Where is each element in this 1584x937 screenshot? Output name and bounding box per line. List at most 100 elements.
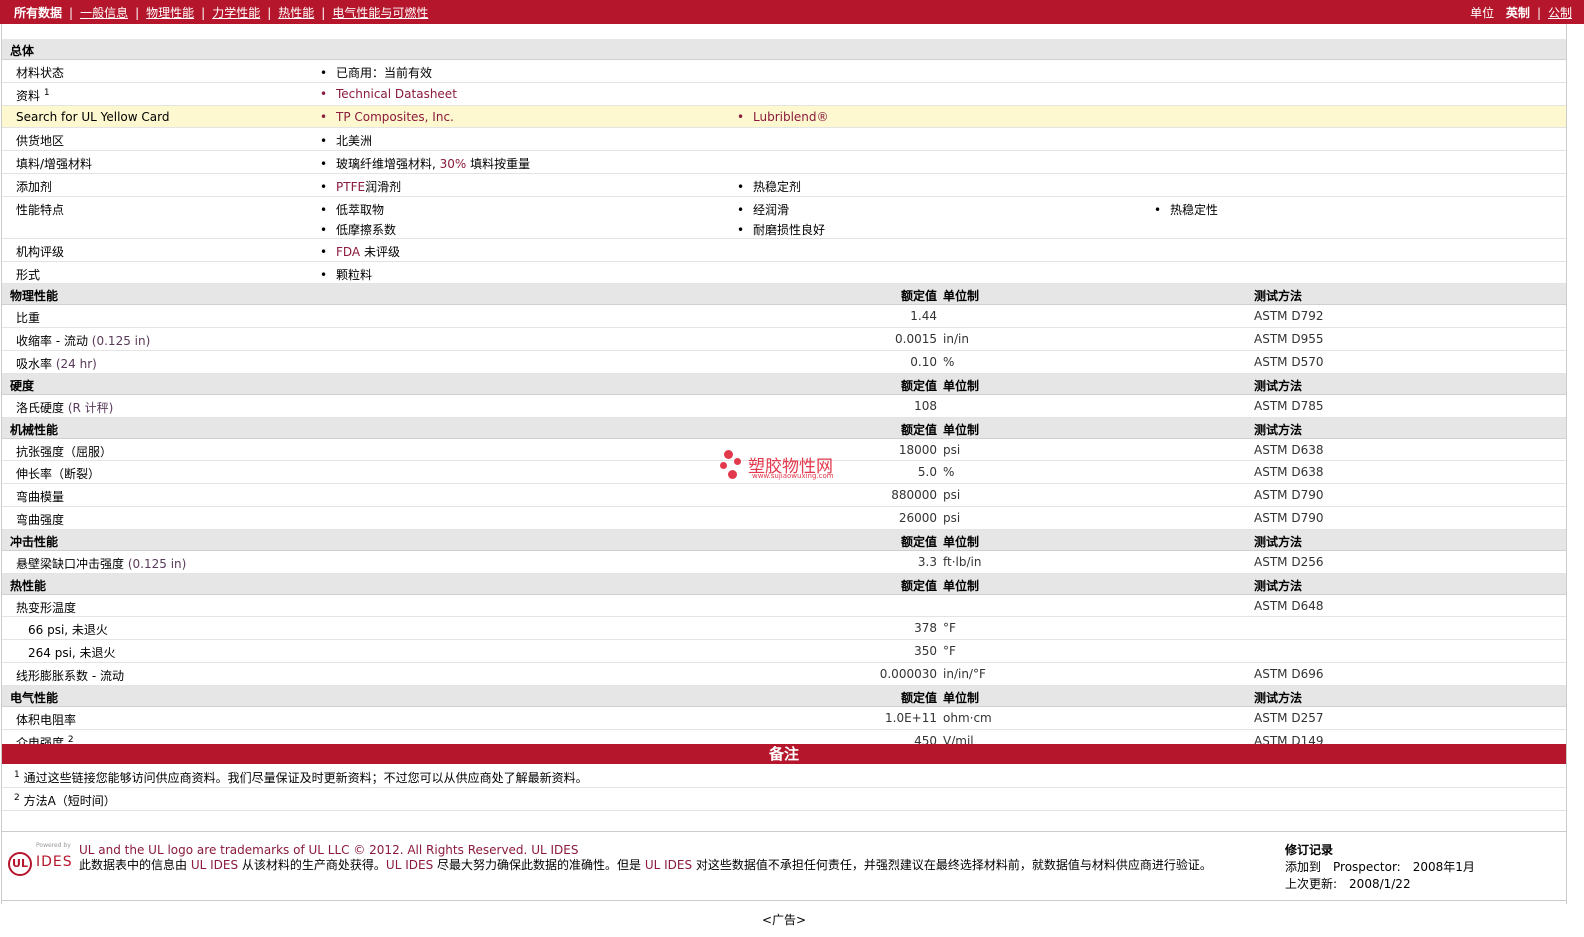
table-row: 形式 颗粒料 (2, 262, 1566, 285)
row-item: 已商用：当前有效 (320, 64, 432, 81)
footer: Powered by UL IDES UL and the UL logo ar… (2, 831, 1566, 901)
row-item: 低摩擦系数 (320, 221, 396, 238)
row-label: 热变形温度 (16, 599, 76, 616)
revision-title: 修订记录 (1285, 843, 1334, 857)
row-label-text: 悬壁梁缺口冲击强度 (16, 556, 125, 571)
row-label-text: 收缩率 - 流动 (16, 334, 88, 349)
units-label: 单位 (1470, 5, 1495, 20)
row-label: 线形膨胀系数 - 流动 (16, 667, 124, 684)
row-label-text: 热变形温度 (16, 600, 77, 615)
watermark-dot (724, 450, 733, 459)
note-item: 1 通过这些链接您能够访问供应商资料。我们尽量保证及时更新资料；不过您可以从供应… (2, 765, 1566, 788)
filler-percent: 30% (439, 157, 467, 172)
watermark-dot (734, 458, 741, 465)
section-header: 电气性能 额定值 单位制 测试方法 (2, 685, 1566, 707)
row-value: 880000 (891, 488, 937, 503)
header-unit: 单位制 (943, 578, 980, 593)
table-row: 66 psi, 未退火 378 °F (2, 617, 1566, 641)
row-condition: (24 hr) (55, 356, 97, 371)
notes-header: 备注 (2, 744, 1566, 764)
row-label-text: 66 psi, 未退火 (28, 623, 108, 638)
tab-mechanical[interactable]: 力学性能 (212, 4, 260, 21)
row-unit: % (943, 354, 955, 369)
row-label-text: 资料 (16, 88, 41, 103)
row-value: 0.000030 (879, 666, 937, 681)
watermark: 塑胶物性网 www.sujiaowuxing.com (720, 450, 860, 484)
lubricant-text: 润滑剂 (365, 179, 402, 194)
disclaimer-part: 从该材料的生产商处获得。 (238, 858, 386, 872)
row-label: 填料/增强材料 (16, 157, 93, 172)
disclaimer-brand: UL IDES (385, 858, 434, 872)
disclaimer-part: 此数据表中的信息由 (79, 858, 191, 872)
table-row: 洛氏硬度 (R 计秤) 108 ASTM D785 (2, 395, 1566, 418)
unit-metric[interactable]: 公制 (1548, 4, 1572, 21)
row-condition: (0.125 in) (91, 334, 151, 349)
header-method: 测试方法 (1254, 578, 1303, 593)
row-label: 材料状态 (16, 66, 65, 80)
row-item: 颗粒料 (320, 266, 372, 283)
right-border (1566, 24, 1568, 904)
table-row: 热变形温度 ASTM D648 (2, 595, 1566, 618)
row-item: 热稳定剂 (737, 178, 801, 195)
ul-ides-logo[interactable]: Powered by UL IDES (6, 840, 74, 880)
table-row: 资料 1 Technical Datasheet (2, 83, 1566, 106)
section-title: 电气性能 (10, 690, 59, 705)
row-method: ASTM D790 (1254, 488, 1324, 503)
table-row: 弯曲模量 880000 psi ASTM D790 (2, 484, 1566, 507)
row-unit: ohm·cm (943, 710, 992, 725)
trademark-text: UL and the UL logo are trademarks of UL … (79, 843, 528, 857)
disclaimer: 此数据表中的信息由 UL IDES 从该材料的生产商处获得。UL IDES 尽最… (79, 858, 1269, 873)
row-item: FDA 未评级 (320, 243, 400, 260)
row-label: 抗张强度（屈服） (16, 443, 112, 460)
row-label-text: 体积电阻率 (16, 712, 77, 727)
unit-english[interactable]: 英制 (1506, 4, 1530, 21)
tradename-link[interactable]: Lubriblend® (737, 110, 829, 124)
table-row: 性能特点 低萃取物 经润滑 热稳定性 低摩擦系数 耐磨损性良好 (2, 197, 1566, 239)
row-method: ASTM D792 (1254, 309, 1324, 324)
revision-history: 修订记录 添加到 Prospector: 2008年1月 上次更新: 2008/1/2… (1285, 842, 1475, 893)
header-value: 额定值 (900, 534, 937, 549)
tab-thermal[interactable]: 热性能 (278, 4, 314, 21)
ides-logo-text: IDES (36, 854, 73, 870)
table-row: 悬壁梁缺口冲击强度 (0.125 in) 3.3 ft·lb/in ASTM D256 (2, 551, 1566, 574)
row-unit: psi (943, 510, 961, 525)
row-label: 性能特点 (16, 202, 65, 217)
row-value: 350 (914, 644, 937, 659)
row-item: 经润滑 (737, 201, 789, 218)
tab-physical[interactable]: 物理性能 (146, 4, 194, 21)
footnote-ref[interactable]: 1 (44, 88, 50, 98)
rev-added-label: 添加到 (1285, 860, 1322, 874)
section-title: 硬度 (10, 378, 35, 393)
row-label: 弯曲模量 (16, 488, 64, 505)
note-number: 2 (14, 793, 20, 803)
row-condition: (0.125 in) (127, 556, 187, 571)
row-method: ASTM D648 (1254, 598, 1324, 613)
table-row: 吸水率 (24 hr) 0.10% ASTM D570 (2, 351, 1566, 374)
row-label-text: 264 psi, 未退火 (28, 646, 116, 661)
tab-electrical[interactable]: 电气性能与可燃性 (332, 4, 428, 21)
rev-updated-label: 上次更新: (1285, 877, 1338, 891)
section-tabs: 所有数据 | 一般信息 | 物理性能 | 力学性能 | 热性能 | 电气性能与可燃性 (14, 4, 428, 21)
row-label: 收缩率 - 流动 (0.125 in) (16, 332, 150, 349)
header-method: 测试方法 (1254, 422, 1303, 437)
table-row: 供货地区 北美洲 (2, 128, 1566, 152)
row-value: 378 (914, 621, 937, 636)
row-unit: psi (943, 442, 961, 457)
header-unit: 单位制 (943, 422, 980, 437)
row-value: 18000 (898, 442, 937, 457)
row-unit: ft·lb/in (943, 554, 982, 569)
row-label: 264 psi, 未退火 (28, 644, 116, 661)
tab-general[interactable]: 一般信息 (80, 4, 128, 21)
separator: | (69, 5, 74, 20)
footer-text: UL and the UL logo are trademarks of UL … (79, 843, 1269, 873)
disclaimer-part: 对这些数据值不承担任何责任，并强烈建议在最终选择材料前，就数据值与材料供应商进行… (692, 858, 1212, 872)
section-title: 物理性能 (10, 289, 59, 304)
supplier-link[interactable]: TP Composites, Inc. (320, 110, 454, 124)
ul-ides-link[interactable]: UL IDES (531, 843, 578, 857)
row-label-text: 线形膨胀系数 - 流动 (16, 668, 124, 683)
technical-datasheet-link[interactable]: Technical Datasheet (320, 87, 457, 101)
tab-all-data[interactable]: 所有数据 (14, 4, 62, 21)
section-title: 机械性能 (10, 422, 59, 437)
row-label-text: 比重 (16, 311, 41, 326)
row-method: ASTM D257 (1254, 710, 1324, 725)
